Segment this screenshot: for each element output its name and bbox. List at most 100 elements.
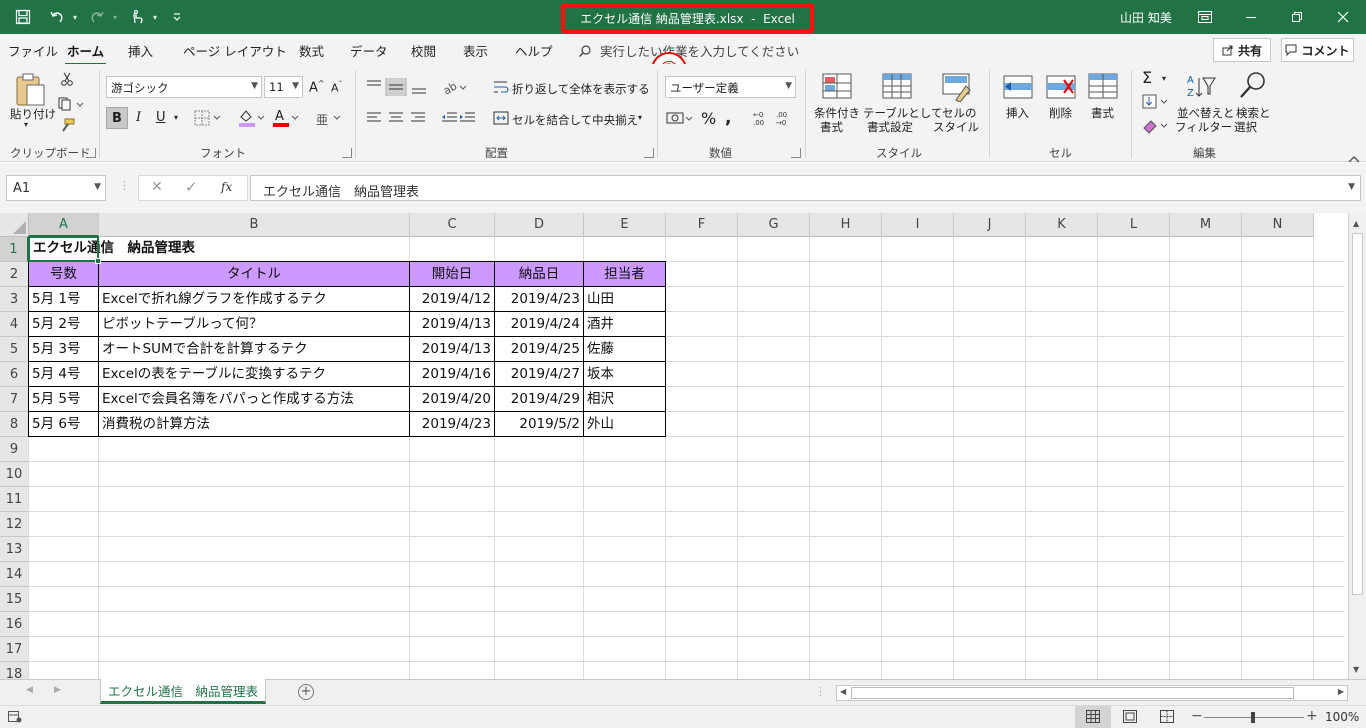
row-header-4[interactable]: 4 — [0, 312, 29, 337]
clipboard-launcher-icon[interactable] — [86, 148, 96, 158]
decrease-font-icon[interactable]: Aˇ — [331, 80, 343, 95]
table-cell[interactable]: 2019/4/23 — [409, 411, 495, 437]
row-header-14[interactable]: 14 — [0, 562, 29, 587]
table-cell[interactable]: 2019/4/16 — [409, 361, 495, 387]
table-cell[interactable]: オートSUMで合計を計算するテク — [98, 336, 410, 362]
borders-icon[interactable] — [194, 110, 224, 130]
header-cell[interactable]: 号数 — [28, 261, 99, 287]
tab-split-grip[interactable]: ⋮ — [815, 685, 826, 698]
phonetic-guide-icon[interactable]: 亜 — [314, 108, 344, 132]
scroll-left-icon[interactable]: ◀ — [840, 687, 846, 696]
header-cell[interactable]: 開始日 — [409, 261, 495, 287]
merge-center-button[interactable]: セルを結合して中央揃え — [512, 112, 638, 128]
table-cell[interactable]: 5月 6号 — [28, 411, 99, 437]
format-cells-label[interactable]: 書式 — [1091, 105, 1114, 121]
row-header-9[interactable]: 9 — [0, 437, 29, 462]
column-header-k[interactable]: K — [1026, 213, 1098, 237]
delete-cells-label[interactable]: 削除 — [1049, 105, 1072, 121]
table-cell[interactable]: 相沢 — [583, 386, 666, 412]
table-cell[interactable]: Excelで折れ線グラフを作成するテク — [98, 286, 410, 312]
merge-center-icon[interactable] — [493, 110, 509, 130]
page-layout-view-icon[interactable] — [1123, 710, 1137, 723]
table-cell[interactable]: 5月 4号 — [28, 361, 99, 387]
table-cell[interactable]: 山田 — [583, 286, 666, 312]
formula-input[interactable]: エクセル通信 納品管理表 ▼ — [250, 175, 1361, 201]
underline-button[interactable]: U — [156, 110, 166, 125]
font-size-combo[interactable]: 11 ▼ — [264, 76, 303, 98]
row-header-2[interactable]: 2 — [0, 262, 29, 287]
bold-button[interactable]: B — [106, 107, 128, 129]
row-header-12[interactable]: 12 — [0, 512, 29, 537]
vertical-scrollbar[interactable]: ▲ ▼ — [1348, 213, 1366, 679]
header-cell[interactable]: タイトル — [98, 261, 410, 287]
tab-file[interactable]: ファイル — [8, 41, 58, 60]
undo-dropdown-icon[interactable]: ▾ — [70, 6, 80, 28]
conditional-formatting-sub[interactable]: 書式 — [820, 119, 843, 135]
sort-filter-icon[interactable]: AZ — [1186, 72, 1216, 104]
table-cell[interactable]: ピボットテーブルって何？ — [98, 311, 410, 337]
table-cell[interactable]: 2019/4/29 — [494, 386, 584, 412]
cell-styles-sub[interactable]: スタイル — [933, 119, 979, 135]
cancel-icon[interactable]: ✕ — [151, 179, 163, 195]
redo-dropdown-icon[interactable]: ▾ — [110, 6, 120, 28]
table-cell[interactable]: 坂本 — [583, 361, 666, 387]
comment-button[interactable]: コメント — [1281, 38, 1354, 62]
align-left-icon[interactable] — [366, 110, 426, 130]
worksheet-grid[interactable]: ABCDEFGHIJKLMN 1 2 3 4 5 6 7 8 9 10 11 12 13 14 15 16 17… — [0, 213, 1366, 679]
format-cells-icon[interactable] — [1088, 72, 1118, 104]
wrap-text-button[interactable]: 折り返して全体を表示する — [512, 81, 650, 97]
font-launcher-icon[interactable] — [342, 148, 352, 158]
font-color-icon[interactable]: A — [272, 108, 302, 132]
percent-style-icon[interactable]: % — [701, 109, 716, 128]
macro-record-icon[interactable] — [8, 711, 22, 723]
insert-cells-label[interactable]: 挿入 — [1006, 105, 1029, 121]
row-header-1[interactable]: 1 — [0, 237, 29, 262]
clear-icon[interactable] — [1142, 118, 1172, 138]
enter-icon[interactable]: ✓ — [185, 178, 198, 196]
fill-icon[interactable] — [1142, 94, 1172, 114]
column-header-c[interactable]: C — [410, 213, 495, 237]
table-cell[interactable]: 2019/4/20 — [409, 386, 495, 412]
accounting-format-icon[interactable] — [666, 109, 696, 131]
new-sheet-icon[interactable]: + — [298, 684, 314, 700]
minimize-icon[interactable] — [1228, 0, 1274, 34]
row-header-13[interactable]: 13 — [0, 537, 29, 562]
tab-help[interactable]: ヘルプ — [515, 41, 553, 60]
zoom-out-icon[interactable]: − — [1191, 708, 1203, 724]
table-cell[interactable]: Excelの表をテーブルに変換するテク — [98, 361, 410, 387]
column-header-l[interactable]: L — [1098, 213, 1170, 237]
table-cell[interactable]: 5月 3号 — [28, 336, 99, 362]
table-cell[interactable]: 2019/4/24 — [494, 311, 584, 337]
column-header-g[interactable]: G — [738, 213, 810, 237]
table-cell[interactable]: 2019/4/25 — [494, 336, 584, 362]
page-break-view-icon[interactable] — [1160, 710, 1174, 723]
zoom-in-icon[interactable]: + — [1306, 708, 1318, 724]
redo-icon[interactable] — [86, 6, 108, 28]
column-header-d[interactable]: D — [495, 213, 584, 237]
table-cell[interactable]: 酒井 — [583, 311, 666, 337]
find-select-sub[interactable]: 選択 — [1234, 119, 1257, 135]
format-painter-icon[interactable] — [59, 118, 75, 138]
insert-function-icon[interactable]: fx — [221, 180, 232, 194]
row-header-16[interactable]: 16 — [0, 612, 29, 637]
increase-font-icon[interactable]: A^ — [309, 79, 325, 95]
chevron-down-icon[interactable]: ▼ — [94, 182, 101, 192]
share-button[interactable]: 共有 — [1213, 38, 1271, 62]
row-header-3[interactable]: 3 — [0, 287, 29, 312]
horizontal-scroll-thumb[interactable] — [851, 687, 1294, 699]
horizontal-scrollbar[interactable]: ◀ ▶ — [836, 685, 1348, 701]
alignment-launcher-icon[interactable] — [644, 148, 654, 158]
column-header-b[interactable]: B — [99, 213, 410, 237]
customize-qat-icon[interactable] — [170, 6, 184, 28]
fill-color-icon[interactable] — [238, 108, 268, 132]
table-cell[interactable]: 外山 — [583, 411, 666, 437]
row-header-11[interactable]: 11 — [0, 487, 29, 512]
row-header-17[interactable]: 17 — [0, 637, 29, 662]
insert-cells-icon[interactable] — [1003, 74, 1033, 104]
align-top-icon[interactable] — [366, 76, 426, 100]
ribbon-display-options-icon[interactable] — [1182, 0, 1228, 34]
column-header-n[interactable]: N — [1242, 213, 1314, 237]
tab-formulas[interactable]: 数式 — [299, 41, 324, 60]
row-header-7[interactable]: 7 — [0, 387, 29, 412]
formula-bar-grip[interactable]: ⋮ — [119, 179, 130, 192]
